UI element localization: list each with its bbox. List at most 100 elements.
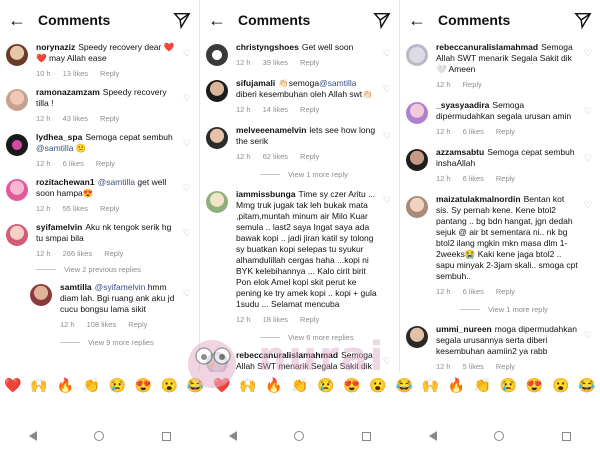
send-icon[interactable] — [373, 11, 391, 29]
reply-button[interactable]: Reply — [100, 68, 119, 79]
emoji-button[interactable]: 😂 — [394, 377, 414, 394]
comment-username[interactable]: norynaziz — [36, 42, 75, 52]
comment-likes[interactable]: 6 likes — [463, 126, 484, 137]
like-heart-icon[interactable]: ♡ — [584, 330, 592, 341]
avatar[interactable] — [6, 224, 28, 246]
emoji-button[interactable]: 😍 — [133, 377, 153, 394]
comment-username[interactable]: samtilla — [60, 282, 92, 292]
avatar[interactable] — [206, 191, 228, 213]
comment-likes[interactable]: 6 likes — [63, 158, 84, 169]
avatar[interactable] — [406, 149, 428, 171]
comment-username[interactable]: iammissbunga — [236, 189, 296, 199]
emoji-button[interactable]: 😢 — [499, 377, 519, 394]
avatar[interactable] — [406, 196, 428, 218]
arrow-left-icon[interactable]: ← — [408, 11, 430, 29]
comment-likes[interactable]: 39 likes — [263, 57, 288, 68]
mention-link[interactable]: @samtilla — [36, 143, 73, 153]
reply-button[interactable]: Reply — [100, 203, 119, 214]
nav-recents-icon[interactable] — [362, 431, 372, 441]
reply-button[interactable]: Reply — [100, 113, 119, 124]
like-heart-icon[interactable]: ♡ — [584, 153, 592, 164]
view-previous-replies[interactable]: View 2 previous replies — [0, 265, 199, 274]
emoji-button[interactable]: 🔥 — [55, 377, 75, 394]
nav-recents-icon[interactable] — [562, 431, 572, 441]
nav-back-icon[interactable] — [228, 431, 237, 441]
comment-username[interactable]: ramonazamzam — [36, 87, 100, 97]
like-heart-icon[interactable]: ♡ — [383, 131, 391, 142]
comment-username[interactable]: _syasyaadira — [436, 100, 489, 110]
view-more-replies[interactable]: View 1 more reply — [400, 305, 600, 314]
like-heart-icon[interactable]: ♡ — [383, 48, 391, 59]
emoji-button[interactable]: 🙌 — [238, 377, 258, 394]
avatar[interactable] — [6, 44, 28, 66]
like-heart-icon[interactable]: ♡ — [183, 48, 191, 59]
comment-likes[interactable]: 62 likes — [263, 151, 288, 162]
comment-username[interactable]: ummi_nureen — [436, 324, 492, 334]
emoji-button[interactable]: 🔥 — [446, 377, 466, 394]
view-more-replies[interactable]: View 9 more replies — [0, 338, 199, 347]
send-icon[interactable] — [173, 11, 191, 29]
comment-username[interactable]: syifamelvin — [36, 222, 82, 232]
comment-likes[interactable]: 43 likes — [63, 113, 88, 124]
comment-username[interactable]: azzamsabtu — [436, 147, 484, 157]
arrow-left-icon[interactable]: ← — [8, 11, 30, 29]
comment-username[interactable]: lydhea_spa — [36, 132, 82, 142]
comment-likes[interactable]: 6 likes — [463, 286, 484, 297]
emoji-button[interactable]: ❤️ — [3, 377, 23, 394]
view-previous-label[interactable]: View 2 previous replies — [64, 265, 141, 274]
like-heart-icon[interactable]: ♡ — [183, 288, 191, 299]
view-more-replies[interactable]: View 1 more reply — [200, 170, 399, 179]
emoji-button[interactable]: 🙌 — [29, 377, 49, 394]
comment-likes[interactable]: 13 likes — [63, 68, 88, 79]
emoji-button[interactable]: 😢 — [107, 377, 127, 394]
mention-link[interactable]: @samtilla — [319, 78, 356, 88]
avatar[interactable] — [6, 179, 28, 201]
reply-button[interactable]: Reply — [463, 79, 482, 90]
comment-username[interactable]: melveeenamelvin — [236, 125, 306, 135]
comment-username[interactable]: christyngshoes — [236, 42, 299, 52]
emoji-button[interactable]: 😮 — [551, 377, 571, 394]
like-heart-icon[interactable]: ♡ — [183, 228, 191, 239]
nav-back-icon[interactable] — [428, 431, 437, 441]
comment-likes[interactable]: 18 likes — [263, 314, 288, 325]
comment-likes[interactable]: 14 likes — [263, 104, 288, 115]
reply-button[interactable]: Reply — [496, 173, 515, 184]
like-heart-icon[interactable]: ♡ — [584, 48, 592, 59]
reply-button[interactable]: Reply — [104, 248, 123, 259]
view-more-label[interactable]: View 1 more reply — [488, 305, 548, 314]
send-icon[interactable] — [574, 11, 592, 29]
avatar[interactable] — [406, 102, 428, 124]
like-heart-icon[interactable]: ♡ — [183, 93, 191, 104]
avatar[interactable] — [206, 44, 228, 66]
nav-back-icon[interactable] — [28, 431, 37, 441]
reply-button[interactable]: Reply — [496, 286, 515, 297]
avatar[interactable] — [406, 326, 428, 348]
reply-button[interactable]: Reply — [96, 158, 115, 169]
emoji-button[interactable]: 😂 — [577, 377, 597, 394]
reply-button[interactable]: Reply — [496, 361, 515, 372]
like-heart-icon[interactable]: ♡ — [183, 138, 191, 149]
emoji-button[interactable]: 👏 — [81, 377, 101, 394]
nav-home-icon[interactable] — [94, 431, 105, 441]
emoji-button[interactable]: 😍 — [525, 377, 545, 394]
nav-recents-icon[interactable] — [162, 431, 172, 441]
like-heart-icon[interactable]: ♡ — [584, 200, 592, 211]
emoji-button[interactable]: 😂 — [186, 377, 206, 394]
avatar[interactable] — [6, 134, 28, 156]
comment-username[interactable]: rozitachewan1 — [36, 177, 95, 187]
comment-likes[interactable]: 55 likes — [63, 203, 88, 214]
like-heart-icon[interactable]: ♡ — [584, 106, 592, 117]
avatar[interactable] — [406, 44, 428, 66]
comment-likes[interactable]: 108 likes — [87, 319, 117, 330]
like-heart-icon[interactable]: ♡ — [183, 183, 191, 194]
reply-button[interactable]: Reply — [128, 319, 147, 330]
reply-button[interactable]: Reply — [300, 314, 319, 325]
avatar[interactable] — [6, 89, 28, 111]
avatar[interactable] — [206, 127, 228, 149]
view-more-label[interactable]: View 9 more replies — [88, 338, 154, 347]
nav-home-icon[interactable] — [494, 431, 505, 441]
like-heart-icon[interactable]: ♡ — [383, 195, 391, 206]
comment-likes[interactable]: 266 likes — [63, 248, 93, 259]
reply-button[interactable]: Reply — [300, 57, 319, 68]
view-more-label[interactable]: View 1 more reply — [288, 170, 348, 179]
